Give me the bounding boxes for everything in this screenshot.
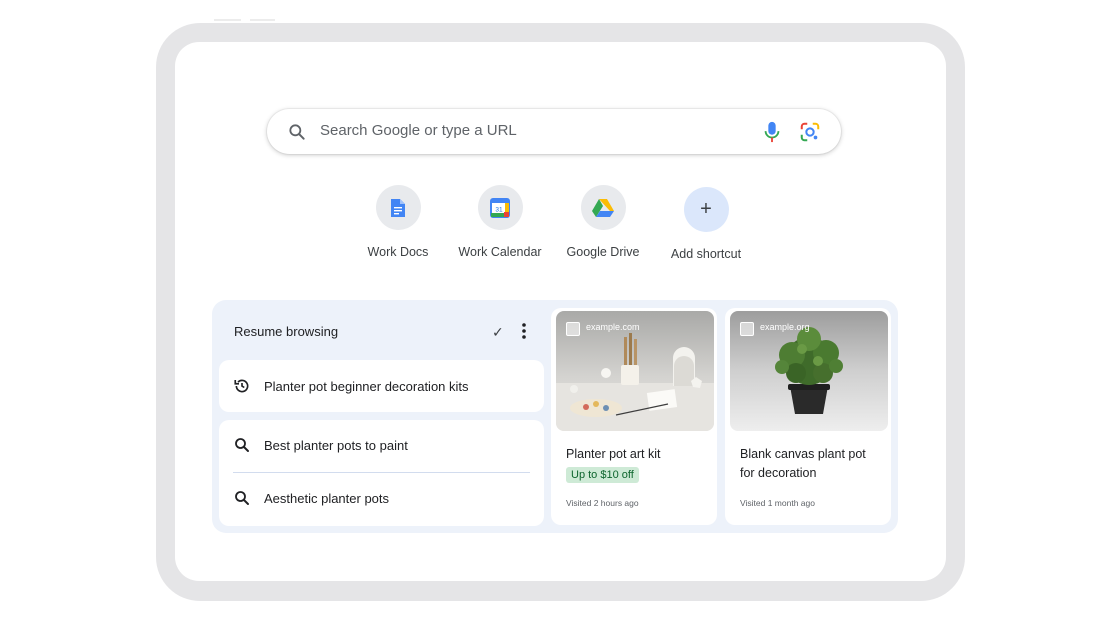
history-icon <box>234 379 249 393</box>
shortcut-google-drive[interactable]: Google Drive <box>551 185 655 259</box>
card-domain: example.com <box>586 322 640 332</box>
search-suggestion-item[interactable]: Aesthetic planter pots <box>233 489 389 507</box>
shortcut-work-docs[interactable]: Work Docs <box>346 185 450 259</box>
search-input[interactable]: Search Google or type a URL <box>320 122 517 139</box>
resume-browsing-module: Resume browsing ✓ Planter pot beginner d… <box>212 300 898 533</box>
google-calendar-icon: 31 <box>490 197 510 218</box>
microphone-icon[interactable] <box>761 120 783 144</box>
suggestion-text: Aesthetic planter pots <box>264 490 390 506</box>
google-docs-icon <box>391 198 405 217</box>
product-card-art-kit[interactable]: example.com Planter pot art kit Up to $1… <box>551 308 717 525</box>
divider <box>233 472 530 473</box>
discount-badge: Up to $10 off <box>566 467 639 483</box>
plus-icon: + <box>683 187 729 232</box>
shortcut-label: Google Drive <box>566 245 640 259</box>
checkmark-icon[interactable]: ✓ <box>492 324 504 341</box>
top-tick <box>214 19 241 21</box>
new-tab-page: Search Google or type a URL Work Docs 31… <box>175 42 946 581</box>
product-image: example.com <box>556 311 714 431</box>
search-box[interactable]: Search Google or type a URL <box>267 109 841 154</box>
shortcut-work-calendar[interactable]: 31 Work Calendar <box>448 185 552 259</box>
search-icon <box>235 438 249 452</box>
product-card-plant-pot[interactable]: example.org Blank canvas plant pot for d… <box>725 308 891 525</box>
module-title: Resume browsing <box>234 324 339 339</box>
card-domain: example.org <box>760 322 810 332</box>
card-visited-time: Visited 1 month ago <box>740 498 815 508</box>
search-suggestions-card: Best planter pots to paint Aesthetic pla… <box>219 420 544 526</box>
top-tick <box>250 19 275 21</box>
card-visited-time: Visited 2 hours ago <box>566 498 639 508</box>
shortcut-add[interactable]: + Add shortcut <box>654 187 758 261</box>
history-item-text: Planter pot beginner decoration kits <box>264 378 469 394</box>
search-suggestion-item[interactable]: Best planter pots to paint <box>233 436 408 454</box>
shortcut-label: Add shortcut <box>670 247 742 261</box>
history-item-card[interactable]: Planter pot beginner decoration kits <box>219 360 544 412</box>
favicon <box>740 322 754 336</box>
svg-text:31: 31 <box>495 206 503 213</box>
search-icon <box>289 124 305 140</box>
card-title: Blank canvas plant pot for decoration <box>740 447 866 480</box>
search-icon <box>235 491 249 505</box>
product-image: example.org <box>730 311 888 431</box>
shortcut-label: Work Calendar <box>458 245 542 259</box>
suggestion-text: Best planter pots to paint <box>264 437 408 453</box>
tablet-frame: Search Google or type a URL Work Docs 31… <box>156 23 965 601</box>
google-drive-icon <box>592 199 614 217</box>
more-vert-icon[interactable] <box>520 322 528 340</box>
favicon <box>566 322 580 336</box>
shortcut-label: Work Docs <box>367 245 429 259</box>
google-lens-icon[interactable] <box>799 121 821 143</box>
card-title: Planter pot art kit <box>566 447 661 461</box>
